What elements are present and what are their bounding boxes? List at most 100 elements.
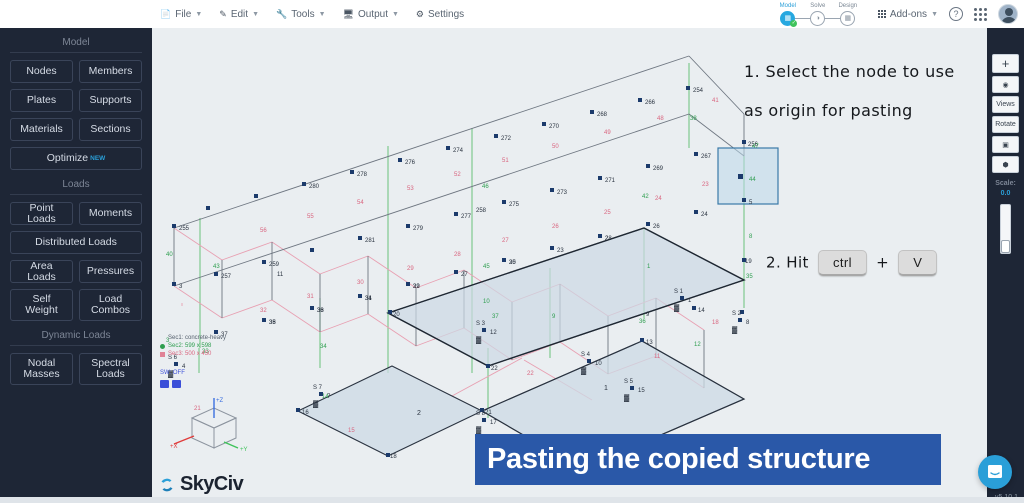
sidebar-item-plates[interactable]: Plates [10, 89, 73, 112]
avatar[interactable] [998, 4, 1018, 24]
workflow-solve-label: Solve [810, 2, 826, 9]
menu-edit[interactable]: ✎ Edit ▼ [219, 9, 259, 20]
svg-text:269: 269 [653, 166, 664, 172]
app-launcher-icon[interactable] [974, 7, 987, 21]
self-weight-status: SW: OFF [160, 370, 185, 376]
visibility-eye-button[interactable]: ◉ [992, 76, 1019, 93]
svg-text:267: 267 [701, 154, 712, 160]
svg-text:44: 44 [749, 177, 756, 183]
legend-row: Sec1: concrete-heavy [160, 334, 226, 342]
sidebar-item-nodal-masses[interactable]: Nodal Masses [10, 353, 73, 385]
svg-text:28: 28 [605, 236, 612, 242]
svg-text:1: 1 [604, 385, 608, 392]
new-badge: NEW [90, 155, 106, 162]
svg-text:24: 24 [701, 212, 708, 218]
camera-button[interactable]: ▣ [992, 136, 1019, 153]
plate-elements [296, 227, 746, 470]
svg-text:259: 259 [269, 262, 280, 268]
svg-text:8: 8 [746, 320, 750, 326]
svg-text:27: 27 [461, 272, 468, 278]
skyciv-logo-text: SkyCiv [180, 473, 244, 495]
rotate-button[interactable]: Rotate [992, 116, 1019, 133]
svg-text:▓: ▓ [476, 426, 482, 434]
table-icon[interactable] [172, 380, 181, 388]
views-button[interactable]: Views [992, 96, 1019, 113]
addons-dropdown[interactable]: Add-ons ▼ [877, 9, 938, 20]
sidebar-group-model: Nodes Members Plates Supports Materials … [0, 60, 152, 170]
sidebar-item-label: Load Combos [90, 293, 131, 316]
svg-text:49: 49 [604, 130, 611, 136]
sidebar-item-sections[interactable]: Sections [79, 118, 142, 141]
svg-text:275: 275 [509, 202, 520, 208]
top-right-controls: Model ▦ ✓ Solve ◑ Design ▦ Add-ons ▼ ? [773, 0, 1018, 28]
sidebar-item-label: Spectral Loads [91, 357, 130, 380]
sidebar-item-label: Area Loads [27, 259, 56, 283]
sidebar-item-materials[interactable]: Materials [10, 118, 73, 141]
svg-text:26: 26 [552, 224, 559, 230]
workflow-step-model[interactable]: Model ▦ ✓ [773, 3, 803, 27]
sidebar-item-supports[interactable]: Supports [79, 89, 142, 112]
sidebar-item-pressures[interactable]: Pressures [79, 260, 142, 283]
scale-slider[interactable] [1000, 204, 1011, 254]
svg-text:36: 36 [317, 308, 324, 314]
unlock-icon[interactable] [160, 380, 169, 388]
sidebar-item-distributed-loads[interactable]: Distributed Loads [10, 231, 142, 254]
sidebar-item-moments[interactable]: Moments [79, 202, 142, 225]
rotate-label: Rotate [995, 121, 1016, 128]
chevron-down-icon: ▼ [931, 10, 938, 18]
workflow-solve-dot: ◑ [810, 10, 826, 26]
svg-text:23: 23 [702, 182, 709, 188]
plus-icon: + [1001, 56, 1010, 71]
sidebar-item-label: Plates [26, 94, 57, 106]
sidebar-item-spectral-loads[interactable]: Spectral Loads [79, 353, 142, 385]
svg-text:46: 46 [482, 184, 489, 190]
check-icon: ✓ [790, 19, 798, 27]
svg-text:56: 56 [260, 228, 267, 234]
selection-box[interactable] [717, 147, 779, 205]
svg-text:14: 14 [698, 308, 705, 314]
svg-text:13: 13 [646, 340, 653, 346]
axis-orientation-cube[interactable]: +Z +X +Y [162, 396, 262, 458]
sidebar-item-load-combos[interactable]: Load Combos [79, 289, 142, 321]
svg-text:S 3: S 3 [476, 321, 486, 327]
divider [10, 194, 142, 195]
menu-file[interactable]: 📄 File ▼ [160, 9, 202, 20]
sidebar-item-self-weight[interactable]: Self Weight [10, 289, 73, 321]
svg-text:10: 10 [483, 299, 490, 305]
workflow-stepper: Model ▦ ✓ Solve ◑ Design ▦ [773, 3, 863, 27]
svg-text:18: 18 [390, 454, 397, 460]
sidebar-item-label: Nodes [26, 65, 57, 77]
workflow-step-solve[interactable]: Solve ◑ [803, 3, 833, 26]
legend-swatch-sec1 [160, 336, 165, 341]
svg-text:278: 278 [357, 172, 368, 178]
caption-banner: Pasting the copied structure [475, 434, 941, 485]
sidebar-item-point-loads[interactable]: Point Loads [10, 202, 73, 225]
menu-file-label: File [175, 8, 192, 20]
sidebar-group-loads: Point Loads Moments Distributed Loads Ar… [0, 202, 152, 321]
menu-tools-label: Tools [291, 8, 315, 20]
axis-label-x: +X [170, 444, 178, 450]
sidebar-item-label: Materials [20, 123, 63, 135]
sidebar-item-nodes[interactable]: Nodes [10, 60, 73, 83]
svg-text:266: 266 [645, 100, 656, 106]
divider [10, 345, 142, 346]
right-tool-panel: + ◉ Views Rotate ▣ ⬢ Scale: 0.0 [987, 28, 1024, 503]
sidebar-item-label: Distributed Loads [35, 236, 117, 248]
sidebar-item-members[interactable]: Members [79, 60, 142, 83]
scale-slider-thumb[interactable] [1001, 240, 1010, 253]
render-3d-button[interactable]: ⬢ [992, 156, 1019, 173]
help-icon[interactable]: ? [949, 7, 963, 21]
menu-output[interactable]: 🖥 Output ▼ [343, 9, 399, 20]
workflow-step-design[interactable]: Design ▦ [833, 3, 863, 26]
svg-text:254: 254 [693, 88, 704, 94]
svg-text:34: 34 [320, 344, 327, 350]
svg-text:28: 28 [454, 252, 461, 258]
sidebar-item-area-loads[interactable]: Area Loads [10, 260, 73, 283]
sidebar-item-optimize[interactable]: Optimize NEW [10, 147, 142, 170]
menu-settings[interactable]: ⚙ Settings [416, 9, 464, 20]
svg-text:18: 18 [712, 320, 719, 326]
chat-bubble-icon[interactable] [978, 455, 1012, 489]
svg-text:21: 21 [485, 410, 492, 416]
zoom-in-button[interactable]: + [992, 54, 1019, 73]
menu-tools[interactable]: 🔧 Tools ▼ [276, 9, 326, 20]
